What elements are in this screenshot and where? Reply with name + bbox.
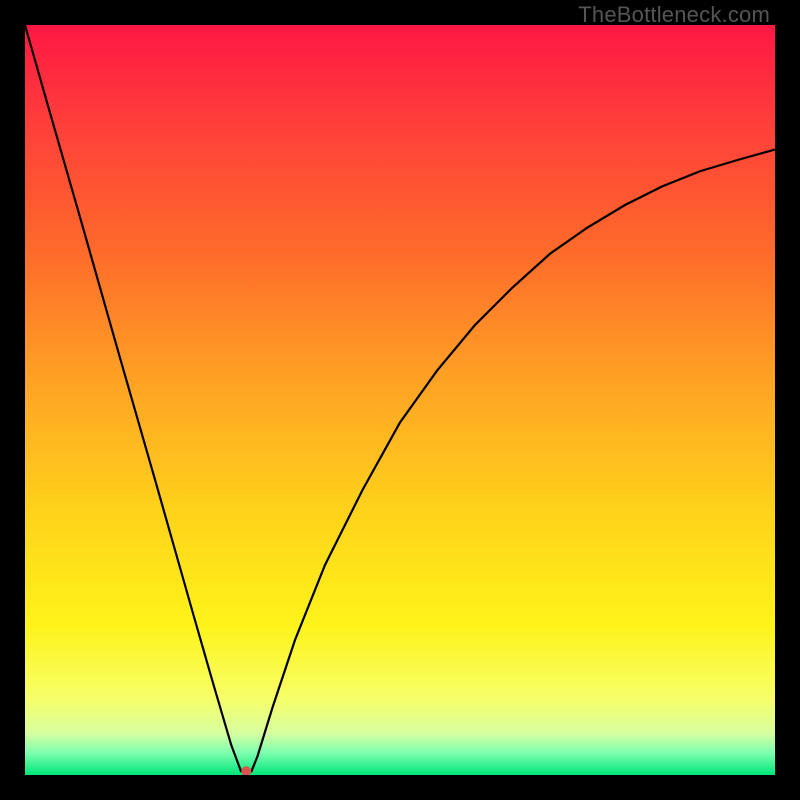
chart-background (25, 25, 775, 775)
chart-frame (25, 25, 775, 775)
bottleneck-chart (25, 25, 775, 775)
